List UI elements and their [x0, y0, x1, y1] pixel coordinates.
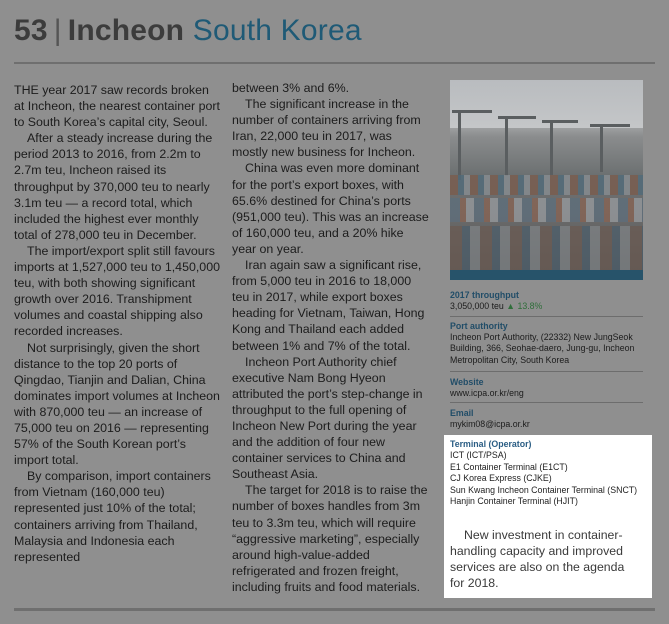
- paragraph: China was even more dominant for the por…: [232, 161, 429, 256]
- paragraph: The import/export split still favours im…: [14, 243, 220, 339]
- paragraph: between 3% and 6%.: [232, 81, 350, 95]
- website-block: Website www.icpa.or.kr/eng: [450, 377, 650, 399]
- accent-bar: [450, 270, 643, 280]
- city-name: Incheon: [67, 14, 185, 47]
- website-label: Website: [450, 377, 484, 387]
- title-separator: |: [53, 14, 62, 47]
- throughput-label: 2017 throughput: [450, 290, 519, 300]
- paragraph: Incheon Port Authority chief executive N…: [232, 354, 423, 482]
- terminal-item: E1 Container Terminal (E1CT): [450, 461, 568, 472]
- investment-note: New investment in container-handling cap…: [450, 528, 625, 590]
- terminal-item: Hanjin Container Terminal (HJIT): [450, 496, 578, 507]
- article-column-1: THE year 2017 saw records broken at Inch…: [14, 82, 220, 565]
- terminal-label: Terminal (Operator): [450, 439, 532, 449]
- terminal-item: ICT (ICT/PSA): [450, 450, 507, 460]
- paragraph: After a steady increase during the perio…: [14, 131, 213, 242]
- paragraph: By comparison, import containers from Vi…: [14, 469, 211, 564]
- divider: [450, 402, 643, 403]
- email-link[interactable]: mykim08@icpa.or.kr: [450, 419, 650, 430]
- terminal-item: CJ Korea Express (CJKE): [450, 473, 552, 484]
- throughput-block: 2017 throughput 3,050,000 teu ▲ 13.8%: [450, 290, 650, 312]
- country-name: South Korea: [192, 14, 362, 47]
- article-column-2: between 3% and 6%. The significant incre…: [232, 80, 430, 595]
- throughput-value: 3,050,000 teu: [450, 301, 504, 312]
- authority-label: Port authority: [450, 321, 508, 331]
- terminal-item: Sun Kwang Incheon Container Terminal (SN…: [450, 484, 638, 495]
- port-photo: [450, 80, 643, 270]
- authority-block: Port authority Incheon Port Authority, (…: [450, 321, 650, 366]
- email-block: Email mykim08@icpa.or.kr: [450, 408, 650, 430]
- page-number: 53: [14, 14, 48, 47]
- authority-value: Incheon Port Authority, (22332) New Jung…: [450, 332, 635, 365]
- bottom-rule: [14, 608, 655, 611]
- divider: [450, 316, 643, 317]
- top-rule: [14, 62, 655, 64]
- email-label: Email: [450, 408, 474, 418]
- divider: [450, 371, 643, 372]
- page-title: 53 | Incheon South Korea: [14, 14, 362, 48]
- paragraph: The significant increase in the number o…: [232, 97, 421, 160]
- paragraph: THE year 2017 saw records broken at Inch…: [14, 83, 220, 130]
- paragraph: Not surprisingly, given the short distan…: [14, 340, 220, 468]
- paragraph: Iran again saw a significant rise, from …: [232, 258, 425, 353]
- throughput-change: 13.8%: [517, 301, 543, 312]
- paragraph: The target for 2018 is to raise the numb…: [232, 483, 428, 594]
- terminal-panel: Terminal (Operator) ICT (ICT/PSA) E1 Con…: [444, 435, 652, 598]
- website-link[interactable]: www.icpa.or.kr/eng: [450, 388, 650, 399]
- up-arrow-icon: ▲: [506, 301, 515, 312]
